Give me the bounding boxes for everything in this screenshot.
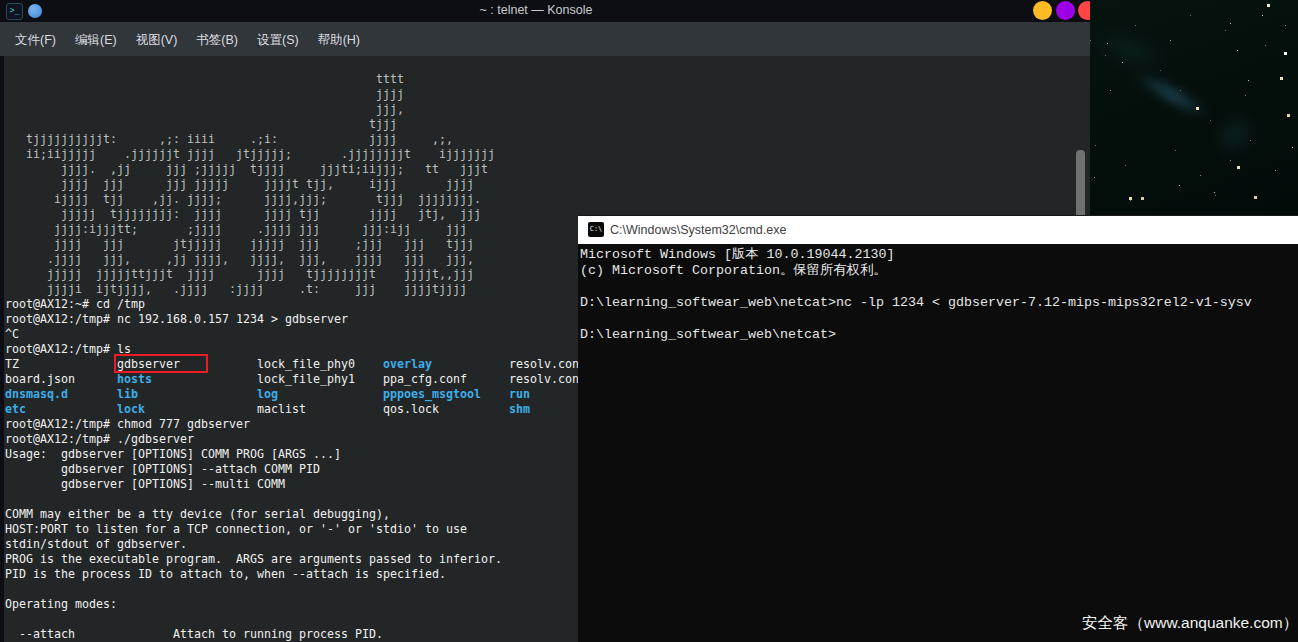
menu-item-bookmarks[interactable]: 书签(B) <box>196 32 238 49</box>
cmd-line: D:\learning_softwear_web\netcat> <box>580 327 1252 343</box>
menu-item-settings[interactable]: 设置(S) <box>257 32 299 49</box>
cmd-line: D:\learning_softwear_web\netcat>nc -lp 1… <box>580 295 1252 311</box>
menu-item-edit[interactable]: 编辑(E) <box>75 32 117 49</box>
terminal-line: HOST:PORT to listen for a TCP connection… <box>5 522 586 537</box>
watermark: 安全客（www.anquanke.com） <box>1082 613 1298 634</box>
terminal-line <box>5 582 586 597</box>
terminal-line: .jjjj jjj, ,jj jjjj, jjjj, jjj, jjjj jjj… <box>5 252 586 267</box>
cmd-body[interactable]: Microsoft Windows [版本 10.0.19044.2130](c… <box>578 244 1298 642</box>
terminal-line <box>5 612 586 627</box>
terminal-line: jjjjj jjjjjttjjjt jjjj jjjj tjjjjjjjjt j… <box>5 267 586 282</box>
terminal-line: jjjj <box>5 87 586 102</box>
terminal-line: gdbserver [OPTIONS] --attach COMM PID <box>5 462 586 477</box>
terminal-line: tjjj <box>5 117 586 132</box>
close-button[interactable] <box>1078 1 1090 20</box>
maximize-button[interactable] <box>1056 1 1075 20</box>
terminal-line: tjjjjjjjjjjt: ,;: iiii .;i: jjjj ,;, <box>5 132 586 147</box>
terminal-line: ijjjj tjj ,jj. jjjj; jjjj,jjj; tjjj jjjj… <box>5 192 586 207</box>
terminal-line: root@AX12:/tmp# ls <box>5 342 586 357</box>
terminal-line: jjjj. ,jj jjj ;jjjjj tjjjj jjjti;iijjj; … <box>5 162 586 177</box>
terminal-line: ii;iijjjjj .jjjjjjt jjjj jtjjjjj; .jjjjj… <box>5 147 586 162</box>
terminal-line: stdin/stdout of gdbserver. <box>5 537 586 552</box>
terminal-line: jjjj jjj jtjjjjj jjjjj jjj ;jjj jjj tjjj <box>5 237 586 252</box>
menu-item-file[interactable]: 文件(F) <box>15 32 56 49</box>
terminal-line: jjjj jjj jjj jjjjj jjjjt tjj, ijjj jjjj <box>5 177 586 192</box>
cmd-app-icon: C:\ <box>588 222 604 237</box>
terminal-line: jjjji ijtjjjj, .jjjj :jjjj .t: jjj jjjjt… <box>5 282 586 297</box>
terminal-line: Usage: gdbserver [OPTIONS] COMM PROG [AR… <box>5 447 586 462</box>
terminal-line: tttt <box>5 72 586 87</box>
terminal-output: tttt jjjj jjj, tjjj tjjjjjjjjjjt: ,;: <box>5 72 586 642</box>
cmd-titlebar[interactable]: C:\ C:\Windows\System32\cmd.exe <box>578 215 1298 244</box>
window-left-border <box>0 56 4 642</box>
gdbserver-highlight-box <box>114 354 208 373</box>
terminal-line: COMM may either be a tty device (for ser… <box>5 507 586 522</box>
terminal-line: root@AX12:~# cd /tmp <box>5 297 586 312</box>
konsole-menubar: 文件(F) 编辑(E) 视图(V) 书签(B) 设置(S) 帮助(H) <box>0 22 1090 56</box>
terminal-line: --attach Attach to running process PID. <box>5 627 586 642</box>
terminal-line: PID is the process ID to attach to, when… <box>5 567 586 582</box>
terminal-line: root@AX12:/tmp# nc 192.168.0.157 1234 > … <box>5 312 586 327</box>
terminal-line: jjjj:ijjjtt; ;jjjj .jjjj jjj jjj:ijj jjj <box>5 222 586 237</box>
cmd-line <box>580 279 1252 295</box>
terminal-line: board.json hosts lock_file_phy1 ppa_cfg.… <box>5 372 586 387</box>
terminal-line: ^C <box>5 327 586 342</box>
menu-item-help[interactable]: 帮助(H) <box>318 32 360 49</box>
konsole-window-title: ~ : telnet — Konsole <box>0 3 1090 17</box>
cmd-line <box>580 311 1252 327</box>
terminal-line <box>5 492 586 507</box>
terminal-line: root@AX12:/tmp# ./gdbserver <box>5 432 586 447</box>
terminal-line: jjjjj tjjjjjjjj: jjjj jjjj tjj jjjj jtj,… <box>5 207 586 222</box>
terminal-line: jjj, <box>5 102 586 117</box>
terminal-line: etc lock maclist qos.lock shm <box>5 402 586 417</box>
terminal-line: Operating modes: <box>5 597 586 612</box>
cmd-line: Microsoft Windows [版本 10.0.19044.2130] <box>580 247 1252 263</box>
minimize-button[interactable] <box>1033 1 1052 20</box>
cmd-line: (c) Microsoft Corporation。保留所有权利。 <box>580 263 1252 279</box>
menu-item-view[interactable]: 视图(V) <box>136 32 178 49</box>
cmd-output: Microsoft Windows [版本 10.0.19044.2130](c… <box>580 247 1252 343</box>
terminal-line: root@AX12:/tmp# chmod 777 gdbserver <box>5 417 586 432</box>
terminal-line: gdbserver [OPTIONS] --multi COMM <box>5 477 586 492</box>
terminal-line: PROG is the executable program. ARGS are… <box>5 552 586 567</box>
cmd-window: C:\ C:\Windows\System32\cmd.exe Microsof… <box>578 215 1298 642</box>
terminal-line: dnsmasq.d lib log pppoes_msgtool run <box>5 387 586 402</box>
cmd-window-title: C:\Windows\System32\cmd.exe <box>610 223 786 237</box>
terminal-line: TZ gdbserver lock_file_phy0 overlay reso… <box>5 357 586 372</box>
konsole-titlebar[interactable]: >_ ~ : telnet — Konsole <box>0 0 1090 22</box>
